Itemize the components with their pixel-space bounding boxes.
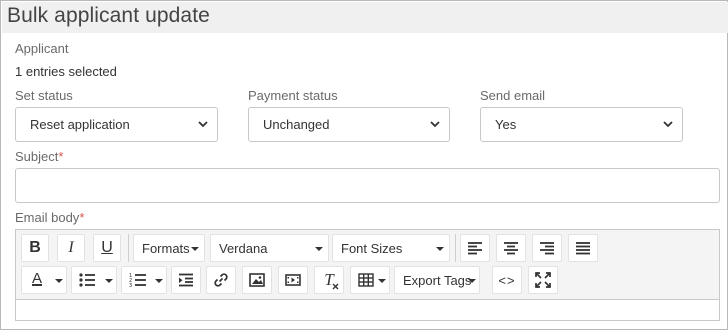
fullscreen-button[interactable] bbox=[528, 266, 558, 294]
video-icon bbox=[285, 274, 301, 286]
chevron-down-icon bbox=[198, 121, 208, 128]
caret-down-icon bbox=[55, 279, 63, 283]
email-body-editor[interactable]: B I U Formats Verdana Font Sizes A 1 2 3… bbox=[15, 229, 720, 321]
payment-status-value: Unchanged bbox=[263, 117, 330, 132]
indent-icon bbox=[179, 273, 193, 287]
email-body-label-text: Email body bbox=[15, 210, 80, 225]
fullscreen-icon bbox=[535, 272, 551, 288]
font-sizes-dropdown[interactable]: Font Sizes bbox=[332, 234, 450, 262]
caret-down-icon bbox=[105, 279, 113, 283]
caret-down-icon bbox=[378, 279, 386, 283]
required-mark: * bbox=[58, 149, 64, 164]
svg-text:3: 3 bbox=[129, 283, 132, 288]
editor-content-area[interactable] bbox=[16, 301, 719, 320]
image-icon bbox=[249, 273, 265, 287]
align-right-icon bbox=[540, 242, 554, 255]
link-icon bbox=[214, 273, 228, 287]
export-tags-label: Export Tags bbox=[403, 273, 472, 288]
align-left-button[interactable] bbox=[460, 234, 490, 262]
italic-icon: I bbox=[68, 239, 74, 256]
text-color-button[interactable]: A bbox=[21, 266, 67, 294]
subject-label-text: Subject bbox=[15, 149, 59, 164]
insert-link-button[interactable] bbox=[206, 266, 236, 294]
bold-button[interactable]: B bbox=[21, 234, 49, 262]
subject-label: Subject* bbox=[15, 149, 63, 164]
close-icon bbox=[332, 283, 339, 290]
toolbar-divider bbox=[128, 234, 129, 262]
caret-down-icon bbox=[436, 247, 444, 251]
text-color-icon: A bbox=[32, 270, 43, 287]
align-justify-icon bbox=[576, 242, 590, 255]
bulk-update-dialog: Bulk applicant update Applicant 1 entrie… bbox=[0, 0, 728, 330]
applicant-summary: 1 entries selected bbox=[15, 64, 117, 79]
toolbar-divider bbox=[455, 234, 456, 262]
caret-down-icon bbox=[315, 247, 323, 251]
caret-down-icon bbox=[155, 279, 163, 283]
set-status-select[interactable]: Reset application bbox=[15, 107, 218, 142]
editor-toolbar: B I U Formats Verdana Font Sizes A 1 2 3… bbox=[16, 230, 719, 300]
numbered-list-icon: 123 bbox=[129, 273, 146, 288]
send-email-select[interactable]: Yes bbox=[480, 107, 683, 142]
insert-media-button[interactable] bbox=[278, 266, 308, 294]
table-icon bbox=[358, 273, 374, 287]
chevron-down-icon bbox=[430, 121, 440, 128]
indent-button[interactable] bbox=[171, 266, 201, 294]
align-center-button[interactable] bbox=[496, 234, 526, 262]
email-body-label: Email body* bbox=[15, 210, 84, 225]
source-code-button[interactable]: <> bbox=[492, 266, 522, 294]
dialog-title-bar: Bulk applicant update bbox=[2, 2, 728, 33]
align-right-button[interactable] bbox=[532, 234, 562, 262]
align-left-icon bbox=[468, 242, 482, 255]
clear-format-button[interactable]: T bbox=[314, 266, 344, 294]
chevron-down-icon bbox=[663, 121, 673, 128]
bullet-list-button[interactable] bbox=[71, 266, 117, 294]
dialog-title: Bulk applicant update bbox=[7, 4, 210, 27]
insert-image-button[interactable] bbox=[242, 266, 272, 294]
payment-status-select[interactable]: Unchanged bbox=[248, 107, 450, 142]
align-justify-button[interactable] bbox=[568, 234, 598, 262]
caret-down-icon bbox=[191, 247, 199, 251]
send-email-label: Send email bbox=[480, 88, 546, 103]
underline-button[interactable]: U bbox=[93, 234, 121, 262]
formats-label: Formats bbox=[142, 241, 190, 256]
code-icon: <> bbox=[498, 272, 516, 288]
set-status-label: Set status bbox=[15, 88, 73, 103]
font-family-dropdown[interactable]: Verdana bbox=[210, 234, 329, 262]
required-mark: * bbox=[79, 210, 85, 225]
italic-button[interactable]: I bbox=[57, 234, 85, 262]
bold-icon: B bbox=[29, 239, 41, 256]
formats-dropdown[interactable]: Formats bbox=[133, 234, 205, 262]
align-center-icon bbox=[504, 242, 518, 255]
caret-down-icon bbox=[468, 279, 476, 283]
font-family-label: Verdana bbox=[219, 241, 268, 256]
font-sizes-label: Font Sizes bbox=[341, 241, 403, 256]
bullet-list-icon bbox=[79, 273, 95, 287]
underline-icon: U bbox=[101, 239, 113, 256]
subject-input[interactable] bbox=[15, 168, 720, 203]
export-tags-dropdown[interactable]: Export Tags bbox=[394, 266, 480, 294]
applicant-label: Applicant bbox=[15, 41, 69, 56]
numbered-list-button[interactable]: 123 bbox=[121, 266, 167, 294]
payment-status-label: Payment status bbox=[248, 88, 338, 103]
send-email-value: Yes bbox=[495, 117, 517, 132]
set-status-value: Reset application bbox=[30, 117, 130, 132]
table-button[interactable] bbox=[350, 266, 390, 294]
